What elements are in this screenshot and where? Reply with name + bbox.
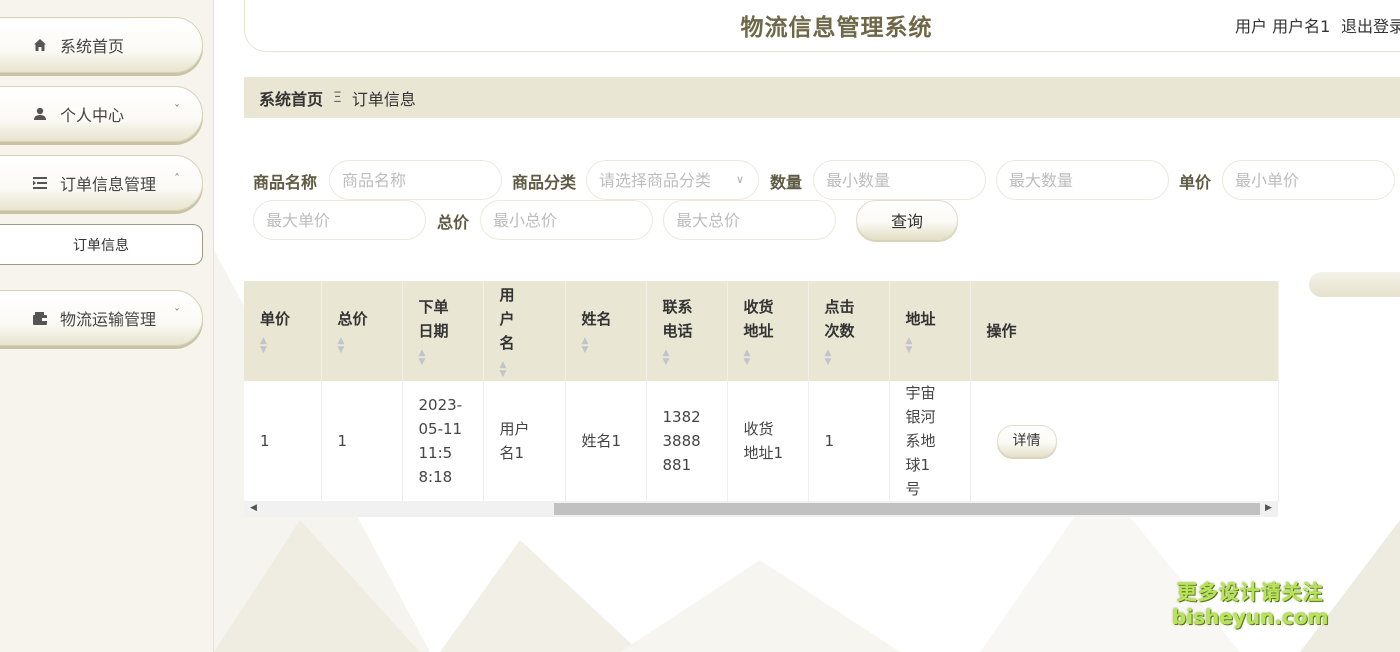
- min-total-input[interactable]: [480, 200, 653, 240]
- list-icon: [32, 175, 48, 191]
- column-header[interactable]: 收货地址 ▲ ▼: [727, 281, 809, 381]
- cell-clicks: 1: [808, 381, 890, 502]
- category-label: 商品分类: [512, 173, 577, 192]
- column-header-label: 收货地址: [743, 298, 774, 340]
- column-header-label: 点击次数: [824, 298, 855, 340]
- sidebar-item-profile[interactable]: 个人中心 ˇ: [0, 86, 203, 142]
- sidebar-item-home[interactable]: 系统首页: [0, 17, 203, 73]
- sort-icon[interactable]: ▲ ▼: [582, 337, 646, 355]
- column-header[interactable]: 下单日期 ▲ ▼: [402, 281, 484, 381]
- sort-icon[interactable]: ▲ ▼: [260, 337, 321, 355]
- sidebar-subitem-order-info[interactable]: 订单信息: [0, 224, 203, 265]
- table-header-row: 单价 ▲ ▼ 总价 ▲ ▼ 下单日期 ▲ ▼ 用户名 ▲ ▼ 姓名 ▲ ▼ 联系电话 ▲ ▼ 收货地址 ▲…: [244, 281, 1279, 381]
- column-header-label: 用户名: [499, 286, 515, 352]
- column-header-label: 下单日期: [418, 298, 449, 340]
- column-header[interactable]: 总价 ▲ ▼: [321, 281, 403, 381]
- user-icon: [32, 106, 48, 122]
- max-total-input[interactable]: [663, 200, 836, 240]
- scroll-left-icon[interactable]: ◀: [250, 503, 257, 513]
- chevron-down-icon: ∨: [736, 173, 745, 186]
- cell-total: 1: [321, 381, 403, 502]
- column-header-label: 联系电话: [662, 298, 693, 340]
- column-header[interactable]: 点击次数 ▲ ▼: [808, 281, 890, 381]
- sidebar-item-label: 订单信息管理: [60, 175, 157, 194]
- breadcrumb-current: 订单信息: [351, 89, 416, 109]
- sidebar-item-label: 系统首页: [60, 37, 125, 56]
- column-header[interactable]: 联系电话 ▲ ▼: [646, 281, 728, 381]
- sidebar-item-label: 物流运输管理: [60, 310, 157, 329]
- breadcrumb-home[interactable]: 系统首页: [259, 86, 323, 110]
- min-unit-price-input[interactable]: [1222, 160, 1395, 200]
- cell-actions: 详情: [970, 381, 1279, 502]
- scroll-right-icon[interactable]: ▶: [1265, 503, 1272, 513]
- watermark-line1: 更多设计请关注: [1176, 580, 1324, 604]
- cell-address: 宇宙银河系地球1号: [889, 381, 971, 502]
- max-quantity-input[interactable]: [996, 160, 1169, 200]
- chevron-up-icon: ˆ: [174, 172, 180, 186]
- column-header-label: 姓名: [581, 310, 612, 328]
- column-header[interactable]: 地址 ▲ ▼: [889, 281, 971, 381]
- sidebar: 系统首页 个人中心 ˇ 订单信息管理 ˆ 订单信息 物流运输管理 ˇ: [0, 0, 214, 652]
- breadcrumb: 系统首页 Ξ 订单信息: [244, 77, 1400, 118]
- column-header[interactable]: 用户名 ▲ ▼: [483, 281, 566, 381]
- cell-name: 姓名1: [565, 381, 647, 502]
- sort-icon[interactable]: ▲ ▼: [906, 337, 970, 355]
- column-header-label: 操作: [986, 322, 1017, 340]
- total-label: 总价: [437, 213, 470, 232]
- column-header-label: 总价: [337, 310, 368, 328]
- sort-icon[interactable]: ▲ ▼: [825, 349, 865, 367]
- sidebar-subitem-label: 订单信息: [73, 237, 129, 254]
- sort-icon[interactable]: ▲ ▼: [663, 349, 703, 367]
- column-header-label: 单价: [260, 310, 291, 328]
- top-header: 物流信息管理系统 用户 用户名1 退出登录: [244, 0, 1400, 52]
- cell-order-date: 2023-05-11 11:58:18: [402, 381, 484, 502]
- wallet-icon: [32, 310, 48, 326]
- column-header[interactable]: 姓名 ▲ ▼: [565, 281, 647, 381]
- quantity-label: 数量: [770, 173, 803, 192]
- sort-icon[interactable]: ▲ ▼: [744, 349, 784, 367]
- side-pill-button[interactable]: [1309, 272, 1400, 297]
- current-user: 用户 用户名1: [1235, 17, 1331, 36]
- page-title: 物流信息管理系统: [740, 15, 933, 41]
- detail-button[interactable]: 详情: [996, 425, 1057, 457]
- cell-username: 用户名1: [483, 381, 566, 502]
- horizontal-scrollbar[interactable]: ◀ ▶: [244, 501, 1278, 517]
- sidebar-item-logistics[interactable]: 物流运输管理 ˇ: [0, 290, 203, 346]
- chevron-down-icon: ˇ: [174, 103, 180, 117]
- chevron-down-icon: ˇ: [174, 307, 180, 321]
- sidebar-item-orders[interactable]: 订单信息管理 ˆ: [0, 155, 203, 211]
- min-quantity-input[interactable]: [813, 160, 986, 200]
- home-icon: [32, 37, 48, 53]
- product-name-input[interactable]: [329, 160, 502, 200]
- orders-table: 单价 ▲ ▼ 总价 ▲ ▼ 下单日期 ▲ ▼ 用户名 ▲ ▼ 姓名 ▲ ▼ 联系电话 ▲ ▼ 收货地址 ▲…: [244, 281, 1279, 517]
- sort-icon[interactable]: ▲ ▼: [419, 349, 459, 367]
- unit-price-label: 单价: [1179, 173, 1212, 192]
- category-select[interactable]: [586, 160, 759, 200]
- cell-delivery-address: 收货地址1: [727, 381, 809, 502]
- sort-icon[interactable]: ▲ ▼: [500, 361, 525, 379]
- cell-phone: 13823888881: [646, 381, 728, 502]
- watermark: 更多设计请关注 bisheyun.com: [1172, 576, 1328, 629]
- scrollbar-thumb[interactable]: [554, 503, 1260, 515]
- cell-unit-price: 1: [244, 381, 322, 502]
- column-header: 操作: [970, 281, 1279, 381]
- logout-link[interactable]: 退出登录: [1341, 13, 1400, 37]
- column-header[interactable]: 单价 ▲ ▼: [244, 281, 322, 381]
- product-name-label: 商品名称: [253, 173, 318, 192]
- query-button[interactable]: 查询: [856, 200, 958, 240]
- column-header-label: 地址: [905, 310, 936, 328]
- max-unit-price-input[interactable]: [253, 200, 426, 240]
- watermark-line2: bisheyun.com: [1172, 605, 1329, 629]
- breadcrumb-separator-icon: Ξ: [333, 89, 342, 106]
- sidebar-item-label: 个人中心: [60, 106, 125, 125]
- sort-icon[interactable]: ▲ ▼: [338, 337, 402, 355]
- table-row: 1 1 2023-05-11 11:58:18 用户名1 姓名1 1382388…: [244, 381, 1279, 502]
